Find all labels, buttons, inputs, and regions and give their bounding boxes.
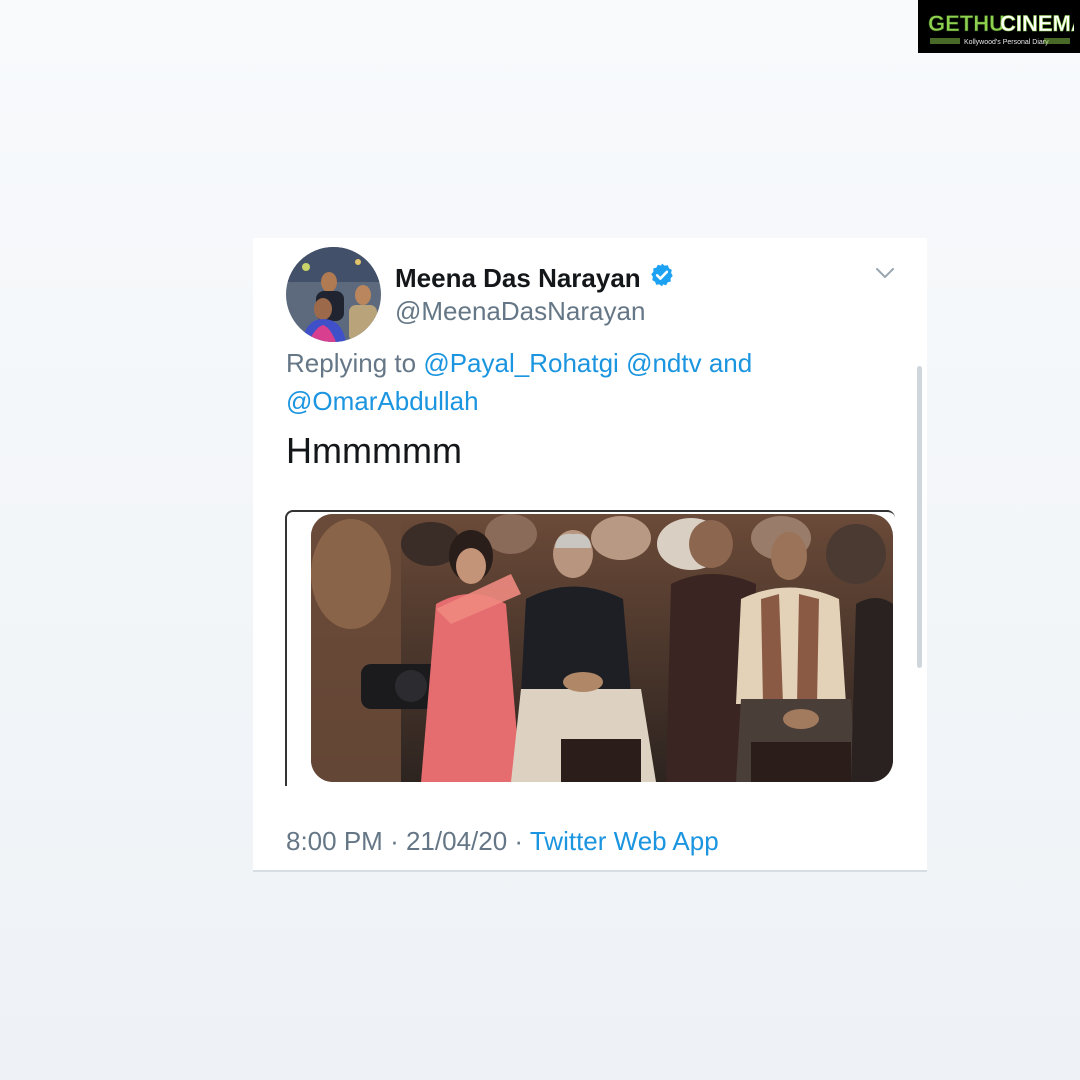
mention-conjunction: and xyxy=(708,348,753,378)
handle[interactable]: @MeenaDasNarayan xyxy=(395,296,645,327)
separator-dot: · xyxy=(514,826,524,856)
tweet-card: Meena Das Narayan @MeenaDasNarayan Reply… xyxy=(253,238,927,872)
avatar[interactable] xyxy=(286,247,381,342)
tweet-source-link[interactable]: Twitter Web App xyxy=(530,826,719,856)
tweet-date[interactable]: 21/04/20 xyxy=(406,826,507,856)
mention-link[interactable]: @OmarAbdullah xyxy=(286,386,479,416)
verified-badge-icon xyxy=(649,262,675,295)
display-name-text: Meena Das Narayan xyxy=(395,263,641,293)
watermark-tagline: Kollywood's Personal Diary xyxy=(964,39,1049,46)
gethucinema-watermark-logo: GETHU CINEMA Kollywood's Personal Diary xyxy=(918,0,1080,53)
watermark-brand-part2: CINEMA xyxy=(1000,11,1074,36)
replying-to-line: Replying to @Payal_Rohatgi @ndtv and @Om… xyxy=(286,344,846,420)
watermark-brand-part1: GETHU xyxy=(928,11,1005,36)
mention-link[interactable]: @Payal_Rohatgi xyxy=(423,348,619,378)
mention-link[interactable]: @ndtv xyxy=(626,348,702,378)
display-name[interactable]: Meena Das Narayan xyxy=(395,262,675,295)
tweet-time[interactable]: 8:00 PM xyxy=(286,826,383,856)
scrollbar[interactable] xyxy=(917,366,922,668)
tweet-text: Hmmmmm xyxy=(286,430,462,471)
tweet-timestamp: 8:00 PM · 21/04/20 · Twitter Web App xyxy=(286,826,719,857)
separator-dot: · xyxy=(390,826,399,856)
replying-to-label: Replying to xyxy=(286,348,417,378)
chevron-down-icon[interactable] xyxy=(875,266,895,285)
tweet-photo[interactable] xyxy=(311,514,893,782)
